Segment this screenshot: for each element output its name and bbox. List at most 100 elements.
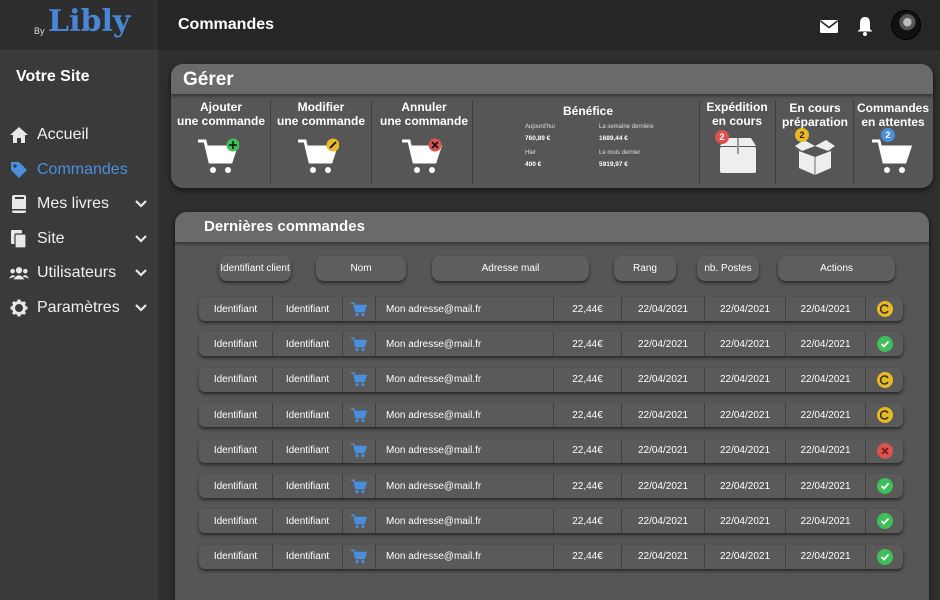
- column-header-name[interactable]: Nom: [316, 256, 406, 281]
- cell-date: 22/04/2021: [705, 332, 786, 357]
- gear-icon: [9, 298, 29, 318]
- chevron-down-icon[interactable]: [134, 266, 148, 280]
- preparation-tile[interactable]: En cours préparation: [777, 101, 853, 129]
- table-row[interactable]: Identifiant Identifiant Mon adresse@mail.f…: [199, 297, 903, 321]
- add-order-label-2: une commande: [176, 114, 266, 128]
- users-icon: [9, 263, 29, 283]
- cell-amount: 22,44€: [554, 474, 622, 498]
- column-header-posts[interactable]: nb. Postes: [697, 256, 759, 281]
- divider: [472, 100, 473, 184]
- check-status-icon[interactable]: [877, 513, 893, 530]
- divider: [270, 100, 271, 184]
- cell-name: Identifiant: [273, 544, 343, 569]
- cell-date: 22/04/2021: [622, 403, 705, 428]
- benefice-value: 1689,44 €: [599, 135, 628, 142]
- table-row[interactable]: Identifiant Identifiant Mon adresse@mail.f…: [199, 544, 903, 569]
- cart-icon[interactable]: [343, 438, 376, 463]
- cell-date: 22/04/2021: [705, 509, 786, 534]
- cart-icon[interactable]: [343, 544, 376, 569]
- preparation-label-1: En cours: [789, 101, 841, 115]
- sidebar: By Libly Votre Site Accueil Commandes Me…: [0, 0, 158, 600]
- cell-amount: 22,44€: [554, 544, 622, 569]
- sidebar-item-utilisateurs[interactable]: Utilisateurs: [0, 256, 158, 291]
- cell-amount: 22,44€: [554, 438, 622, 463]
- cell-name: Identifiant: [273, 438, 343, 463]
- cell-email: Mon adresse@mail.fr: [376, 297, 554, 321]
- benefice-title: Bénéfice: [563, 104, 614, 118]
- sidebar-nav: Accueil Commandes Mes livres Site Utilis…: [0, 118, 158, 325]
- chevron-down-icon[interactable]: [134, 301, 148, 315]
- page-title: Commandes: [178, 16, 275, 33]
- cart-icon[interactable]: [343, 474, 376, 498]
- sidebar-item-label: Utilisateurs: [37, 264, 117, 282]
- check-status-icon[interactable]: [877, 336, 893, 353]
- cell-date: 22/04/2021: [622, 367, 705, 392]
- column-header-client-id[interactable]: Identifiant client: [219, 256, 291, 281]
- cell-date: 22/04/2021: [786, 474, 866, 498]
- cell-name: Identifiant: [273, 332, 343, 357]
- edit-order-button[interactable]: Modifier une commande: [272, 100, 370, 128]
- table-row[interactable]: Identifiant Identifiant Mon adresse@mail.f…: [199, 509, 903, 534]
- cell-date: 22/04/2021: [622, 297, 705, 321]
- column-header-email[interactable]: Adresse mail: [432, 256, 589, 281]
- shipping-tile[interactable]: Expédition en cours: [701, 100, 773, 128]
- pending-status-icon[interactable]: [877, 371, 893, 388]
- pending-status-icon[interactable]: [877, 301, 893, 317]
- cell-amount: 22,44€: [554, 297, 622, 321]
- cell-date: 22/04/2021: [786, 544, 866, 569]
- check-status-icon[interactable]: [877, 478, 893, 494]
- sidebar-item-accueil[interactable]: Accueil: [0, 118, 158, 153]
- sidebar-item-site[interactable]: Site: [0, 222, 158, 257]
- mail-icon[interactable]: [818, 15, 840, 37]
- pending-status-icon[interactable]: [877, 407, 893, 424]
- cancel-order-label-1: Annuler: [401, 100, 447, 114]
- divider: [853, 100, 854, 184]
- benefice-label: Aujourd'hui: [525, 124, 555, 130]
- sidebar-item-label: Paramètres: [37, 298, 120, 316]
- waiting-count-badge: 2: [881, 128, 895, 142]
- cell-date: 22/04/2021: [622, 332, 705, 357]
- sidebar-item-parametres[interactable]: Paramètres: [0, 291, 158, 326]
- cell-client-id: Identifiant: [199, 403, 273, 428]
- avatar[interactable]: [891, 10, 921, 40]
- chevron-down-icon[interactable]: [134, 197, 148, 211]
- table-row[interactable]: Identifiant Identifiant Mon adresse@mail.f…: [199, 367, 903, 392]
- cell-amount: 22,44€: [554, 367, 622, 392]
- cell-client-id: Identifiant: [199, 438, 273, 463]
- column-header-actions[interactable]: Actions: [778, 256, 895, 281]
- table-row[interactable]: Identifiant Identifiant Mon adresse@mail.f…: [199, 403, 903, 428]
- sidebar-item-commandes[interactable]: Commandes: [0, 153, 158, 188]
- brand-by: By: [34, 26, 45, 36]
- chevron-down-icon[interactable]: [134, 232, 148, 246]
- cart-icon[interactable]: [343, 509, 376, 534]
- sidebar-item-mes-livres[interactable]: Mes livres: [0, 187, 158, 222]
- column-header-rank[interactable]: Rang: [614, 256, 676, 281]
- cart-icon[interactable]: [343, 297, 376, 321]
- check-status-icon[interactable]: [877, 548, 893, 565]
- table-row[interactable]: Identifiant Identifiant Mon adresse@mail.f…: [199, 474, 903, 498]
- cell-date: 22/04/2021: [705, 297, 786, 321]
- cart-icon[interactable]: [343, 367, 376, 392]
- table-row[interactable]: Identifiant Identifiant Mon adresse@mail.f…: [199, 332, 903, 357]
- cart-icon[interactable]: [343, 332, 376, 357]
- bell-icon[interactable]: [854, 15, 876, 37]
- shipping-count-badge: 2: [715, 130, 729, 144]
- add-order-button[interactable]: Ajouter une commande: [173, 100, 269, 128]
- add-order-label-1: Ajouter: [200, 100, 242, 114]
- cell-email: Mon adresse@mail.fr: [376, 332, 554, 357]
- cart-icon[interactable]: [343, 403, 376, 428]
- edit-order-label-1: Modifier: [297, 100, 345, 114]
- cell-client-id: Identifiant: [199, 367, 273, 392]
- waiting-orders-tile[interactable]: Commandes en attentes: [855, 101, 931, 129]
- table-row[interactable]: Identifiant Identifiant Mon adresse@mail.f…: [199, 438, 903, 463]
- cell-date: 22/04/2021: [622, 438, 705, 463]
- cell-amount: 22,44€: [554, 509, 622, 534]
- app: By Libly Votre Site Accueil Commandes Me…: [0, 0, 940, 600]
- book-icon: [9, 194, 29, 214]
- brand[interactable]: By Libly: [0, 0, 158, 50]
- cell-date: 22/04/2021: [786, 332, 866, 357]
- box-open-icon: [795, 140, 835, 175]
- divider: [371, 100, 372, 184]
- cancel-status-icon[interactable]: [877, 442, 893, 459]
- cancel-order-button[interactable]: Annuler une commande: [373, 100, 475, 128]
